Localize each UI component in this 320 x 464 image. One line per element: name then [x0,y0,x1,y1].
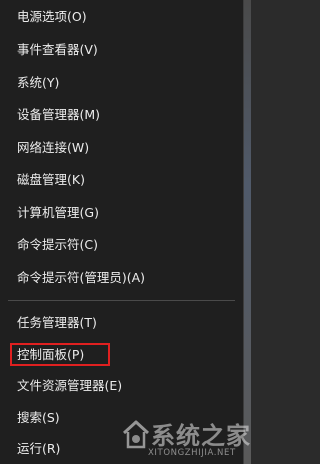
menu-item-task-manager[interactable]: 任务管理器(T) [0,307,243,339]
menu-item-file-explorer[interactable]: 文件资源管理器(E) [0,370,243,402]
menu-item-label: 运行(R) [17,441,61,456]
menu-item-label: 磁盘管理(K) [17,172,85,187]
menu-item-disk-management[interactable]: 磁盘管理(K) [0,164,243,197]
menu-item-label: 控制面板(P) [17,346,85,362]
menu-item-label: 系统(Y) [17,74,60,90]
watermark-title: 系统之家 [151,421,251,450]
menu-item-label: 事件查看器(V) [17,42,98,57]
menu-item-system[interactable]: 系统(Y) [0,67,243,100]
menu-item-label: 搜索(S) [17,409,60,425]
menu-group-system-tools: 电源选项(O) 事件查看器(V) 系统(Y) 设备管理器(M) 网络连接(W) … [0,0,243,294]
menu-item-power-options[interactable]: 电源选项(O) [0,0,243,34]
site-watermark: 系统之家 XITONGZHIJIA.NET [121,416,251,462]
menu-item-label: 设备管理器(M) [17,107,101,122]
menu-item-label: 网络连接(W) [17,139,90,155]
menu-item-label: 任务管理器(T) [17,315,97,330]
menu-item-event-viewer[interactable]: 事件查看器(V) [0,34,243,67]
watermark-url: XITONGZHIJIA.NET [148,448,236,458]
menu-item-control-panel[interactable]: 控制面板(P) [0,339,243,371]
menu-item-computer-management[interactable]: 计算机管理(G) [0,197,243,230]
winx-context-menu: 电源选项(O) 事件查看器(V) 系统(Y) 设备管理器(M) 网络连接(W) … [0,0,244,464]
menu-item-network-connections[interactable]: 网络连接(W) [0,132,243,165]
house-logo-icon [122,420,150,449]
menu-item-label: 文件资源管理器(E) [17,378,123,393]
menu-item-label: 命令提示符(管理员)(A) [17,269,146,285]
menu-item-label: 计算机管理(G) [17,204,99,220]
menu-item-command-prompt-admin[interactable]: 命令提示符(管理员)(A) [0,262,243,295]
background-window-edge [244,0,251,464]
menu-divider [8,300,235,301]
menu-item-label: 电源选项(O) [17,9,87,24]
menu-item-label: 命令提示符(C) [17,237,98,252]
menu-item-command-prompt[interactable]: 命令提示符(C) [0,229,243,262]
menu-item-device-manager[interactable]: 设备管理器(M) [0,99,243,132]
